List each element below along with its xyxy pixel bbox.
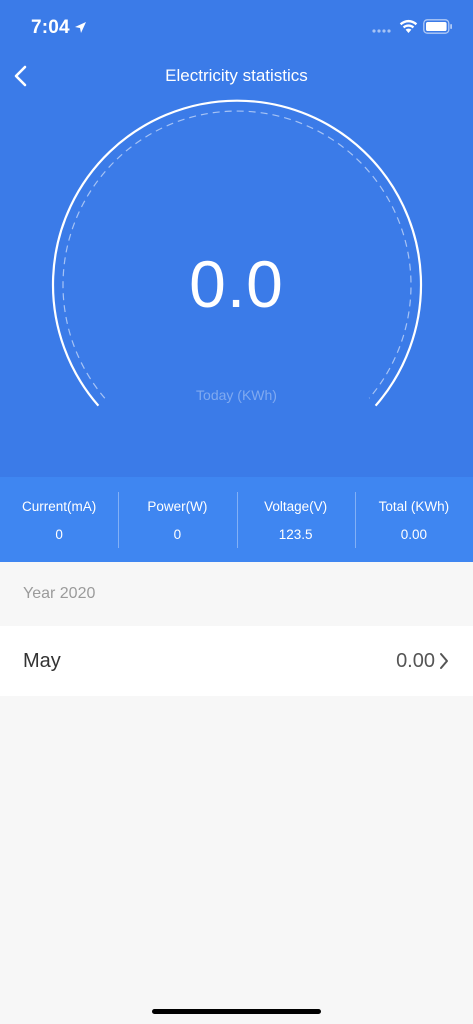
stat-label: Current(mA) <box>21 499 97 514</box>
energy-gauge: 0.0 <box>0 98 473 418</box>
status-time: 7:04 <box>31 17 70 38</box>
stat-label: Total (KWh) <box>378 499 450 514</box>
stat-current: Current(mA) 0 <box>0 477 118 562</box>
status-bar: 7:04 <box>0 0 473 54</box>
today-energy-label: Today (KWh) <box>196 387 277 403</box>
nav-bar: Electricity statistics <box>0 54 473 98</box>
page-title: Electricity statistics <box>165 66 308 85</box>
month-name: May <box>23 650 61 672</box>
home-indicator[interactable] <box>152 1009 321 1014</box>
stat-value: 0.00 <box>400 527 428 542</box>
stats-bar: Current(mA) 0 Power(W) 0 Voltage(V) 123.… <box>0 477 473 562</box>
stat-label: Power(W) <box>147 499 208 514</box>
stat-value: 0 <box>173 527 182 542</box>
stat-label: Voltage(V) <box>264 499 328 514</box>
stat-value: 0 <box>55 527 63 542</box>
year-section-header: Year 2020 <box>23 585 96 602</box>
location-arrow-icon <box>75 22 86 33</box>
chevron-right-icon <box>440 653 448 669</box>
signal-dots-icon <box>372 29 391 33</box>
month-row-may[interactable]: May 0.00 <box>0 626 473 696</box>
wifi-icon <box>399 19 418 33</box>
month-value: 0.00 <box>396 650 435 672</box>
battery-icon <box>423 19 452 34</box>
stat-voltage: Voltage(V) 123.5 <box>236 477 355 562</box>
stat-total: Total (KWh) 0.00 <box>354 477 473 562</box>
today-energy-value: 0.0 <box>189 247 284 321</box>
stat-value: 123.5 <box>278 527 313 542</box>
stat-power: Power(W) 0 <box>118 477 236 562</box>
